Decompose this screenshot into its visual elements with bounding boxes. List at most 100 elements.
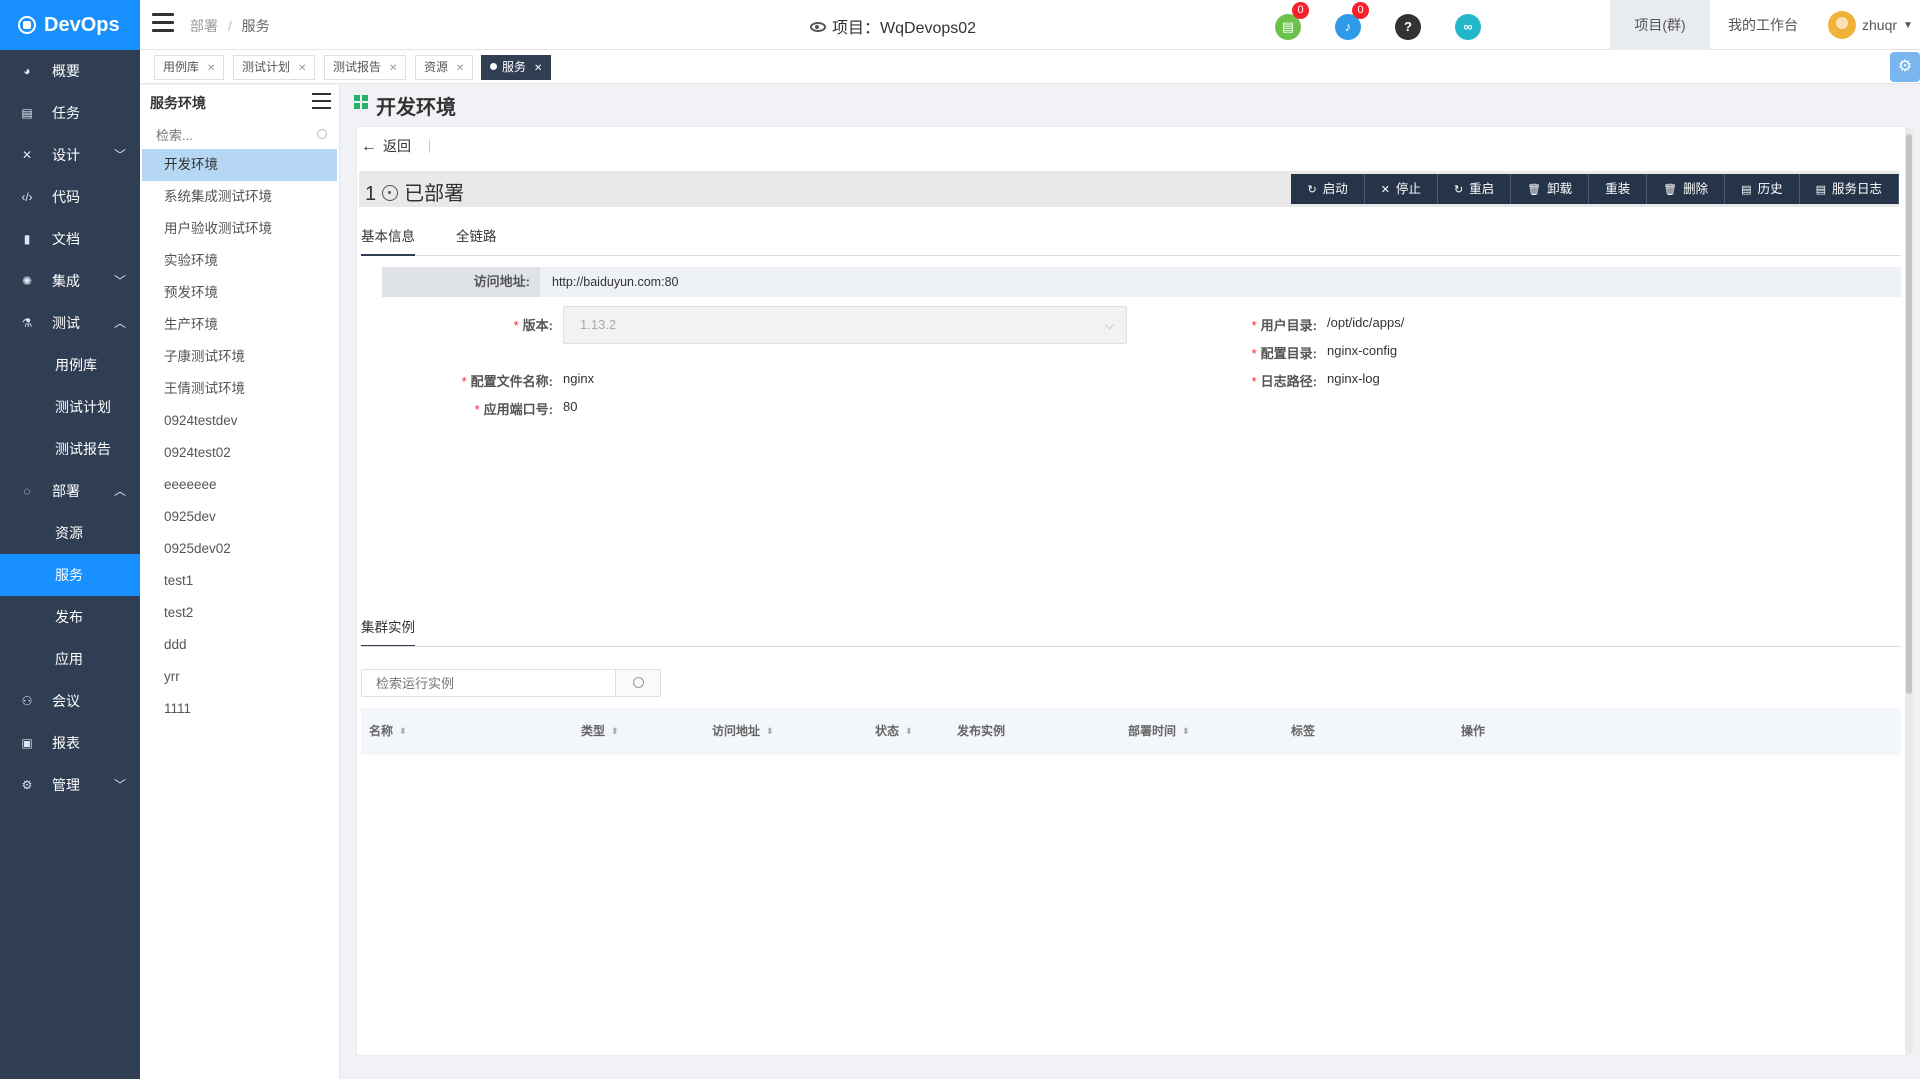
environment-list-item[interactable]: 0925dev02 (140, 533, 339, 565)
sidebar-item[interactable]: ⚙ 管理 ﹀ (0, 764, 140, 806)
sidebar-item[interactable]: 用例库 (0, 344, 140, 386)
sidebar-item[interactable]: ‹/› 代码 (0, 176, 140, 218)
environment-list-item[interactable]: 0925dev (140, 501, 339, 533)
sidebar-item[interactable]: ✺ 集成 ﹀ (0, 260, 140, 302)
sidebar-item[interactable]: 应用 (0, 638, 140, 680)
project-selector[interactable]: 项目：WqDevops02 (810, 14, 976, 38)
environment-list-item[interactable]: test2 (140, 597, 339, 629)
instance-search-input[interactable] (362, 670, 617, 696)
task-list-icon[interactable]: ▤ 0 (1275, 2, 1309, 40)
sort-icon[interactable]: ⬍ (1182, 708, 1190, 755)
sidebar-item[interactable]: ▤ 任务 (0, 92, 140, 134)
sidebar-item[interactable]: ✕ 设计 ﹀ (0, 134, 140, 176)
version-select[interactable]: 1.13.2 ⌵ (563, 306, 1127, 344)
environment-list-item[interactable]: 0924testdev (140, 405, 339, 437)
sidebar-item[interactable]: ◌ 部署 ︿ (0, 470, 140, 512)
close-icon[interactable]: ✕ (456, 63, 464, 74)
tab-basic-info[interactable]: 基本信息 (361, 223, 415, 256)
help-icon[interactable]: ? (1395, 14, 1421, 40)
search-icon[interactable] (317, 129, 327, 139)
tab-label: 用例库 (163, 60, 200, 74)
environment-list-item[interactable]: 1111 (140, 693, 339, 725)
config-file-value: nginx (563, 371, 595, 386)
sidebar-item[interactable]: ▮ 文档 (0, 218, 140, 260)
environment-list-item[interactable]: 王倩测试环境 (140, 373, 339, 405)
column-header[interactable]: 访问地址 ⬍ (712, 708, 774, 755)
project-group-button[interactable]: 项目(群) (1610, 0, 1710, 50)
app-port-label: * 应用端口号: (474, 402, 553, 417)
sort-icon[interactable]: ⬍ (611, 708, 619, 755)
action-button[interactable]: ▤ 服务日志 (1799, 174, 1899, 204)
environment-list-item[interactable]: test1 (140, 565, 339, 597)
environment-list-item[interactable]: 实验环境 (140, 245, 339, 277)
scrollbar-thumb[interactable] (1906, 134, 1912, 694)
environment-list-item[interactable]: 子康测试环境 (140, 341, 339, 373)
cluster-instances-title[interactable]: 集群实例 (361, 615, 415, 647)
breadcrumb-item-deploy[interactable]: 部署 (190, 18, 218, 34)
access-address-value[interactable]: http://baiduyun.com:80 (552, 267, 678, 297)
column-header[interactable]: 部署时间 ⬍ (1128, 708, 1190, 755)
search-icon[interactable] (615, 670, 660, 696)
action-label: 停止 (1395, 182, 1421, 196)
column-header[interactable]: 状态 ⬍ (875, 708, 913, 755)
environment-list: 开发环境 系统集成测试环境 用户验收测试环境 实验环境 预发环境 生产环境 子康测试环境 王倩… (140, 149, 339, 725)
sidebar-item[interactable]: ⚗ 测试 ︿ (0, 302, 140, 344)
sidebar-item[interactable]: ▣ 报表 (0, 722, 140, 764)
test-icon: ⚗ (21, 316, 33, 330)
bell-icon[interactable]: ♪ 0 (1335, 2, 1369, 40)
close-icon[interactable]: ✕ (389, 63, 397, 74)
sort-icon[interactable]: ⬍ (905, 708, 913, 755)
close-icon[interactable]: ✕ (298, 63, 306, 74)
environment-list-item[interactable]: 用户验收测试环境 (140, 213, 339, 245)
environment-search-input[interactable] (142, 121, 337, 149)
action-button[interactable]: 重装 (1589, 174, 1648, 204)
environment-list-item[interactable]: eeeeeee (140, 469, 339, 501)
app-logo[interactable]: DevOps (0, 0, 140, 50)
action-button[interactable]: 🗑 卸载 (1511, 174, 1590, 204)
scrollbar[interactable] (1905, 128, 1913, 1054)
sidebar-item-label: 会议 (52, 693, 80, 709)
environment-list-item[interactable]: 预发环境 (140, 277, 339, 309)
tab-test-plan[interactable]: 测试计划 ✕ (233, 55, 316, 80)
tab-services[interactable]: 服务 ✕ (481, 55, 552, 80)
close-icon[interactable]: ✕ (207, 63, 215, 74)
tab-test-report[interactable]: 测试报告 ✕ (324, 55, 407, 80)
environment-list-item[interactable]: 0924test02 (140, 437, 339, 469)
close-icon[interactable]: ✕ (534, 63, 542, 74)
back-button[interactable]: ← 返回 (361, 138, 411, 155)
sidebar-item[interactable]: 发布 (0, 596, 140, 638)
tab-resources[interactable]: 资源 ✕ (415, 55, 474, 80)
environment-list-item[interactable]: 系统集成测试环境 (140, 181, 339, 213)
action-button[interactable]: 🗑 删除 (1647, 174, 1726, 204)
user-menu[interactable]: zhuqr ▼ (1828, 11, 1913, 39)
sidebar-item[interactable]: 测试计划 (0, 386, 140, 428)
environment-list-item[interactable]: 开发环境 (142, 149, 337, 181)
sidebar-item[interactable]: ◕ 概要 (0, 50, 140, 92)
action-button[interactable]: ↻ 启动 (1291, 174, 1365, 204)
sidebar-item[interactable]: 测试报告 (0, 428, 140, 470)
action-button[interactable]: ✕ 停止 (1364, 174, 1438, 204)
deploy-icon: ◌ (23, 484, 31, 498)
hamburger-menu-icon[interactable] (152, 13, 174, 32)
sidebar-item[interactable]: 资源 (0, 512, 140, 554)
sidebar-item[interactable]: ⚇ 会议 (0, 680, 140, 722)
sidebar-item[interactable]: 服务 (0, 554, 140, 596)
column-header[interactable]: 名称 ⬍ (369, 708, 407, 755)
tab-test-cases[interactable]: 用例库 ✕ (154, 55, 225, 80)
sort-icon[interactable]: ⬍ (766, 708, 774, 755)
environment-list-item[interactable]: 生产环境 (140, 309, 339, 341)
action-button[interactable]: ▤ 历史 (1725, 174, 1800, 204)
action-button[interactable]: ↻ 重启 (1437, 174, 1512, 204)
environment-list-item[interactable]: ddd (140, 629, 339, 661)
list-menu-icon[interactable] (312, 93, 331, 114)
chevron-down-icon: ﹀ (113, 274, 126, 288)
workbench-link[interactable]: 我的工作台 (1728, 0, 1798, 50)
environment-list-item[interactable]: yrr (140, 661, 339, 693)
sort-icon[interactable]: ⬍ (399, 708, 407, 755)
task-count-badge: 0 (1292, 2, 1309, 19)
sidebar-item-label: 服务 (55, 567, 83, 583)
link-icon[interactable]: ∞ (1455, 14, 1481, 40)
tab-full-trace[interactable]: 全链路 (456, 223, 497, 256)
settings-gear-icon[interactable]: ⚙ (1890, 52, 1920, 82)
column-header[interactable]: 类型 ⬍ (581, 708, 619, 755)
